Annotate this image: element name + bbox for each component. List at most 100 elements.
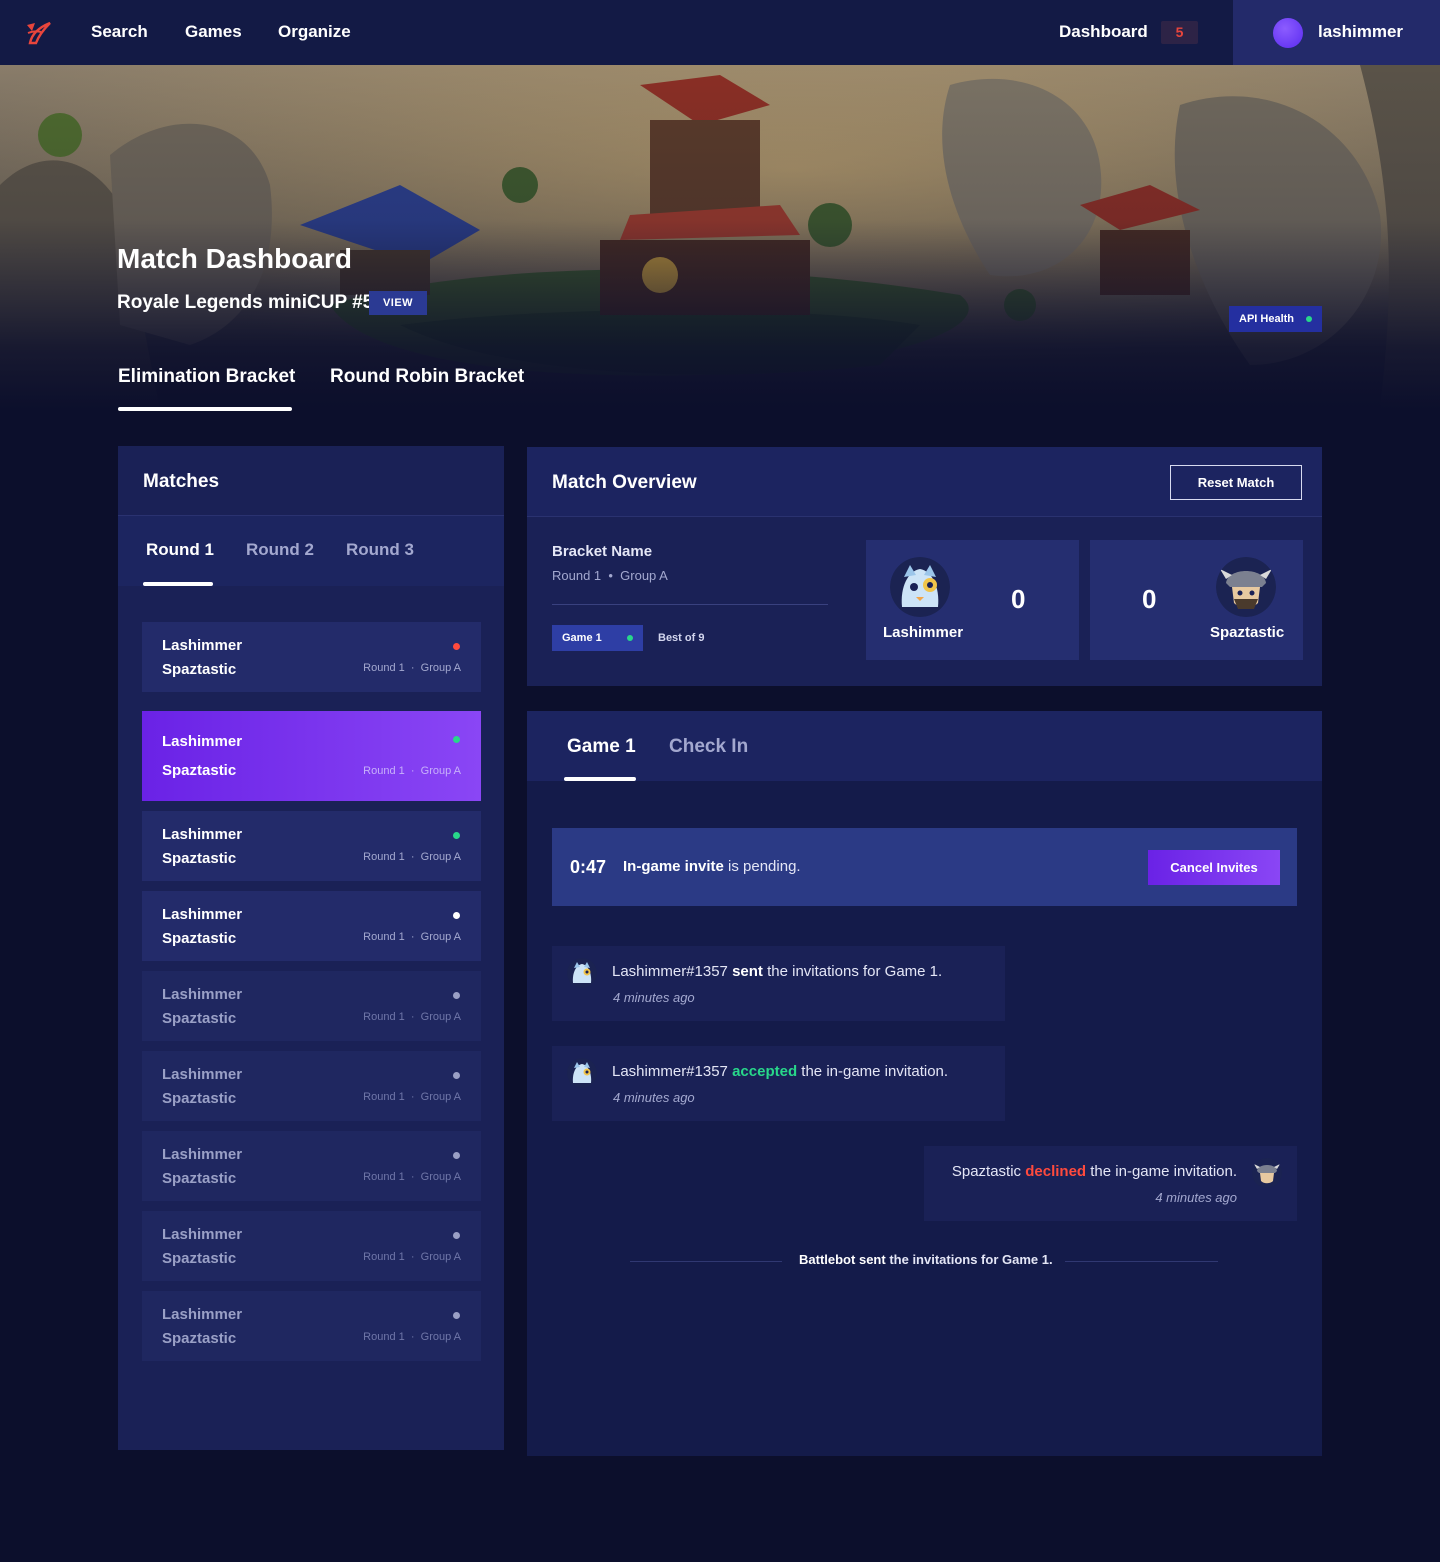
status-dot-icon xyxy=(453,643,460,650)
tab-round-2[interactable]: Round 2 xyxy=(246,540,314,560)
invite-status-banner: 0:47 In-game invite is pending. Cancel I… xyxy=(552,828,1297,906)
event-name: Royale Legends miniCUP #5 xyxy=(117,292,374,313)
api-health-label: API Health xyxy=(1239,313,1295,325)
player-1-score-card: Lashimmer 0 xyxy=(866,540,1079,660)
player-2-name: Spaztastic xyxy=(162,1330,237,1347)
player-1-name: Lashimmer xyxy=(162,637,243,654)
status-dot-icon xyxy=(453,736,460,743)
matches-panel: Matches Round 1 Round 2 Round 3 Lashimme… xyxy=(118,446,504,1450)
username: lashimmer xyxy=(1318,22,1404,41)
activity-log-item: Lashimmer#1357 accepted the in-game invi… xyxy=(552,1046,1005,1121)
active-tab-indicator xyxy=(143,582,213,586)
view-event-button[interactable]: VIEW xyxy=(369,291,427,315)
avatar xyxy=(1273,18,1303,48)
status-dot-icon xyxy=(627,635,633,641)
match-card[interactable]: Lashimmer Spaztastic Round 1 · Group A xyxy=(142,622,481,692)
match-card[interactable]: Lashimmer Spaztastic Round 1 · Group A xyxy=(142,891,481,961)
match-card[interactable]: Lashimmer Spaztastic Round 1 · Group A xyxy=(142,1211,481,1281)
timestamp: 4 minutes ago xyxy=(613,990,695,1005)
nav-link-dashboard[interactable]: Dashboard xyxy=(1059,22,1148,42)
player-1-name: Lashimmer xyxy=(883,624,964,641)
player-1-score: 0 xyxy=(1011,584,1026,614)
match-overview-panel: Match Overview Reset Match Bracket Name … xyxy=(527,447,1322,686)
player-2-name: Spaztastic xyxy=(162,661,237,678)
match-card[interactable]: Lashimmer Spaztastic Round 1 · Group A xyxy=(142,1291,481,1361)
api-health-badge[interactable]: API Health xyxy=(1229,306,1322,332)
user-menu[interactable]: lashimmer xyxy=(1233,0,1440,65)
tab-elimination-bracket[interactable]: Elimination Bracket xyxy=(118,366,295,388)
match-meta: Round 1 · Group A xyxy=(363,1091,461,1103)
status-dot-icon xyxy=(453,832,460,839)
player-1-avatar xyxy=(890,557,950,617)
player-2-name: Spaztastic xyxy=(162,1250,237,1267)
match-card[interactable]: Lashimmer Spaztastic Round 1 · Group A xyxy=(142,971,481,1041)
match-card-selected[interactable]: Lashimmer Spaztastic Round 1 · Group A xyxy=(142,711,481,801)
match-card[interactable]: Lashimmer Spaztastic Round 1 · Group A xyxy=(142,1051,481,1121)
status-dot-icon xyxy=(453,1312,460,1319)
page-title: Match Dashboard xyxy=(117,243,352,274)
active-tab-indicator xyxy=(118,407,292,411)
player-1-name: Lashimmer xyxy=(162,1226,243,1243)
invite-status-text: In-game invite is pending. xyxy=(623,858,801,875)
divider xyxy=(1065,1261,1218,1262)
player-2-score-card: Spaztastic 0 xyxy=(1090,540,1303,660)
divider xyxy=(552,604,828,605)
status-dot-icon xyxy=(453,912,460,919)
match-meta: Round 1 · Group A xyxy=(363,765,461,777)
divider xyxy=(630,1261,782,1262)
activity-log-item: Lashimmer#1357 sent the invitations for … xyxy=(552,946,1005,1021)
match-meta: Round 1 · Group A xyxy=(363,931,461,943)
player-1-name: Lashimmer xyxy=(162,1306,243,1323)
match-overview-title: Match Overview xyxy=(552,472,697,493)
match-meta: Round 1 · Group A xyxy=(363,1251,461,1263)
tab-round-robin-bracket[interactable]: Round Robin Bracket xyxy=(330,366,524,388)
player-1-avatar xyxy=(567,1058,597,1088)
player-2-name: Spaztastic xyxy=(162,762,237,779)
invite-timer: 0:47 xyxy=(570,857,607,877)
matches-title: Matches xyxy=(143,471,220,492)
status-dot-icon xyxy=(1306,316,1312,322)
active-tab-indicator xyxy=(564,777,636,781)
player-2-avatar xyxy=(1252,1158,1282,1188)
tab-round-3[interactable]: Round 3 xyxy=(346,540,414,560)
bracket-name: Bracket Name xyxy=(552,543,653,560)
game-panel: Game 1 Check In 0:47 In-game invite is p… xyxy=(527,711,1322,1456)
timestamp: 4 minutes ago xyxy=(1155,1190,1237,1205)
game-tabs: Game 1 Check In xyxy=(527,711,1322,781)
notification-badge[interactable]: 5 xyxy=(1161,21,1198,44)
player-2-name: Spaztastic xyxy=(162,1010,237,1027)
timestamp: 4 minutes ago xyxy=(613,1090,695,1105)
player-1-avatar xyxy=(567,958,597,988)
player-1-name: Lashimmer xyxy=(162,986,243,1003)
status-dot-icon xyxy=(453,1232,460,1239)
match-meta: Round 1 · Group A xyxy=(363,1171,461,1183)
player-2-avatar xyxy=(1216,557,1276,617)
match-meta: Round 1 · Group A xyxy=(363,1011,461,1023)
match-meta: Round 1 · Group A xyxy=(363,1331,461,1343)
cancel-invites-button[interactable]: Cancel Invites xyxy=(1148,850,1280,885)
nav-link-organize[interactable]: Organize xyxy=(278,22,351,42)
round-tabs: Round 1 Round 2 Round 3 xyxy=(118,516,504,586)
player-1-name: Lashimmer xyxy=(162,906,243,923)
player-2-score: 0 xyxy=(1142,584,1157,614)
match-meta: Round 1 · Group A xyxy=(363,662,461,674)
top-nav: Search Games Organize Dashboard 5 lashim… xyxy=(0,0,1440,65)
nav-link-games[interactable]: Games xyxy=(185,22,242,42)
player-2-name: Spaztastic xyxy=(162,1090,237,1107)
best-of-label: Best of 9 xyxy=(658,632,705,644)
brand-logo-icon[interactable] xyxy=(24,19,52,47)
nav-link-search[interactable]: Search xyxy=(91,22,148,42)
status-dot-icon xyxy=(453,1152,460,1159)
tab-check-in[interactable]: Check In xyxy=(669,736,748,758)
status-dot-icon xyxy=(453,992,460,999)
tab-round-1[interactable]: Round 1 xyxy=(146,540,214,560)
player-2-name: Spaztastic xyxy=(162,850,237,867)
player-1-name: Lashimmer xyxy=(162,1066,243,1083)
player-1-name: Lashimmer xyxy=(162,733,243,750)
match-card[interactable]: Lashimmer Spaztastic Round 1 · Group A xyxy=(142,811,481,881)
reset-match-button[interactable]: Reset Match xyxy=(1170,465,1302,500)
game-chip[interactable]: Game 1 xyxy=(552,625,643,651)
match-card[interactable]: Lashimmer Spaztastic Round 1 · Group A xyxy=(142,1131,481,1201)
tab-game-1[interactable]: Game 1 xyxy=(567,736,636,758)
player-2-name: Spaztastic xyxy=(1210,624,1285,641)
